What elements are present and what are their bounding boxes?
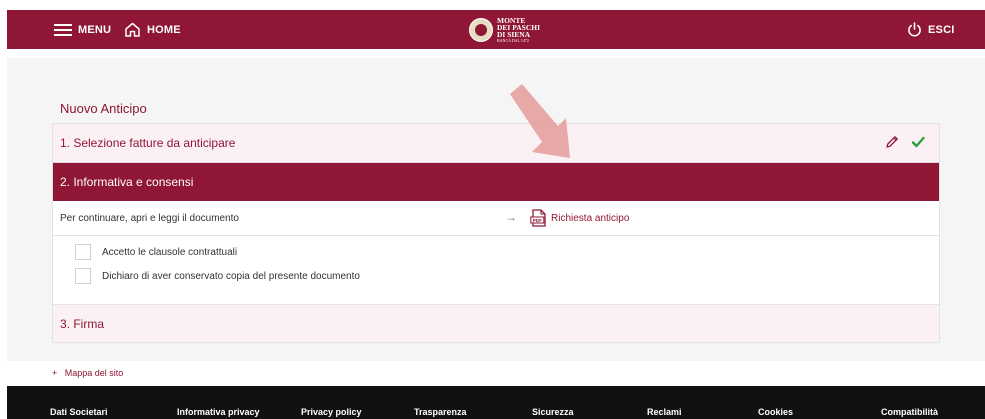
svg-text:PDF: PDF — [533, 218, 542, 223]
footer-link-cookies[interactable]: Cookies — [758, 407, 793, 417]
top-navigation-bar: MENU HOME MONTE DEI PASCHI DI SIENA BANC… — [0, 0, 985, 58]
logo-tagline: BANCA DAL 1472 — [497, 37, 529, 43]
footer-link-reclami[interactable]: Reclami — [647, 407, 682, 417]
annotation-arrow-icon — [510, 84, 570, 158]
footer-link-trasparenza[interactable]: Trasparenza — [414, 407, 467, 417]
step-2-label: 2. Informativa e consensi — [60, 175, 194, 189]
home-button[interactable]: HOME — [124, 10, 181, 49]
right-arrow-icon: → — [505, 210, 517, 224]
logo-line-3: DI SIENA — [497, 29, 531, 39]
header-band: MENU HOME MONTE DEI PASCHI DI SIENA BANC… — [7, 10, 985, 49]
home-label: HOME — [147, 23, 181, 36]
menu-label: MENU — [78, 23, 112, 36]
copy-kept-checkbox[interactable] — [75, 268, 91, 284]
edit-pencil-icon[interactable] — [885, 135, 899, 149]
bank-logo[interactable]: MONTE DEI PASCHI DI SIENA BANCA DAL 1472 — [469, 14, 540, 45]
copy-kept-checkbox-row[interactable]: Dichiaro di aver conservato copia del pr… — [75, 268, 360, 284]
logo-seal-icon — [469, 17, 493, 42]
document-link-label: Richiesta anticipo — [551, 212, 630, 224]
step-1-header[interactable]: 1. Selezione fatture da anticipare — [53, 124, 939, 163]
sitemap-link[interactable]: + Mappa del sito — [52, 368, 123, 378]
pdf-icon: PDF — [530, 209, 546, 227]
step-2-header[interactable]: 2. Informativa e consensi — [53, 163, 939, 201]
hamburger-icon — [54, 23, 72, 36]
footer-link-privacy-policy[interactable]: Privacy policy — [301, 407, 362, 417]
power-icon — [908, 22, 921, 37]
sitemap-label: Mappa del sito — [64, 368, 124, 378]
accept-clauses-checkbox[interactable] — [75, 244, 91, 260]
copy-kept-label: Dichiaro di aver conservato copia del pr… — [102, 270, 360, 282]
footer-link-sicurezza[interactable]: Sicurezza — [532, 407, 574, 417]
step-3-header[interactable]: 3. Firma — [53, 305, 939, 342]
consent-checkbox-group: Accetto le clausole contrattuali Dichiar… — [53, 236, 939, 305]
document-instruction: Per continuare, apri e leggi il document… — [60, 212, 239, 224]
exit-button[interactable]: ESCI — [907, 10, 954, 49]
menu-button[interactable]: MENU — [54, 10, 111, 49]
step-3-label: 3. Firma — [60, 316, 105, 331]
document-link[interactable]: PDF Richiesta anticipo — [530, 209, 629, 227]
document-row: Per continuare, apri e leggi il document… — [53, 201, 939, 236]
wizard-card: 1. Selezione fatture da anticipare 2. In… — [52, 123, 940, 343]
footer: Dati Societari Informativa privacy Priva… — [7, 386, 985, 419]
footer-link-informativa-privacy[interactable]: Informativa privacy — [177, 407, 260, 417]
page-title: Nuovo Anticipo — [60, 101, 147, 116]
exit-label: ESCI — [928, 23, 955, 36]
plus-icon: + — [52, 368, 58, 378]
footer-link-dati-societari[interactable]: Dati Societari — [50, 407, 108, 417]
home-icon — [125, 22, 140, 37]
footer-link-compatibilita[interactable]: Compatibilità — [881, 407, 938, 417]
accept-clauses-label: Accetto le clausole contrattuali — [102, 246, 238, 258]
accept-clauses-checkbox-row[interactable]: Accetto le clausole contrattuali — [75, 244, 237, 260]
checkmark-icon — [911, 136, 925, 148]
step-1-label: 1. Selezione fatture da anticipare — [60, 136, 236, 150]
